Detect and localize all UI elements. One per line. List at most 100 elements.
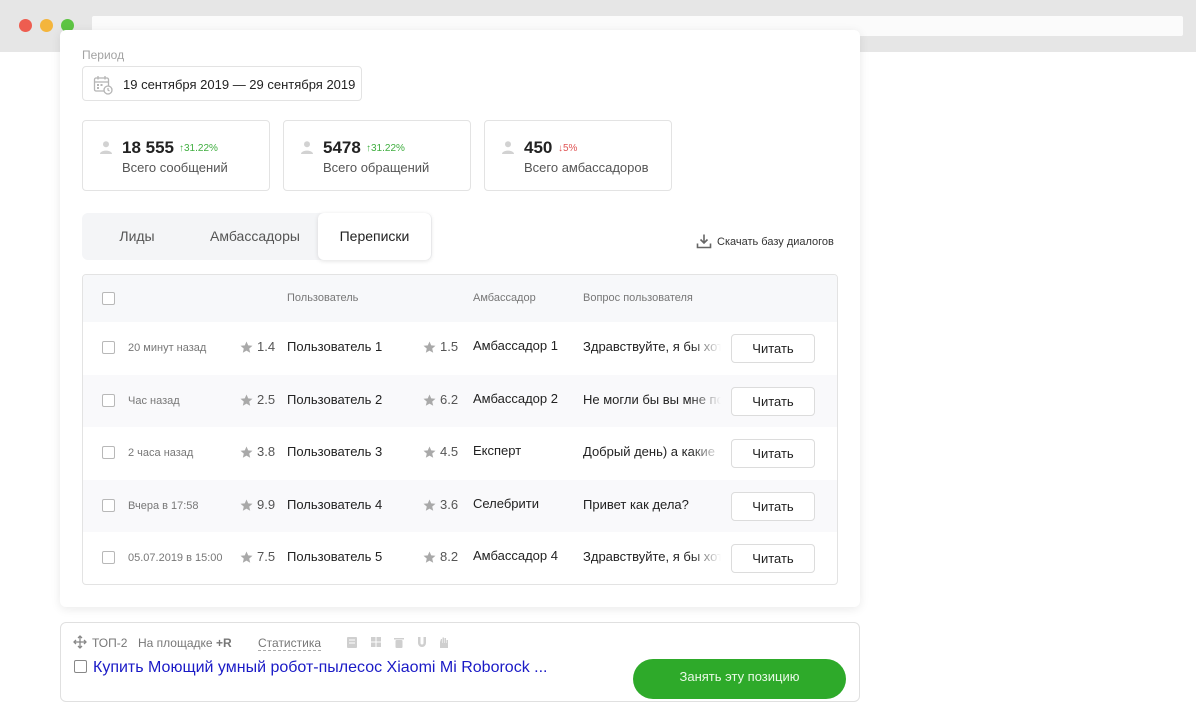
- read-button[interactable]: Читать: [731, 544, 815, 573]
- minimize-window-button[interactable]: [40, 19, 53, 32]
- tab-ambassadors[interactable]: Амбассадоры: [192, 213, 318, 260]
- close-window-button[interactable]: [19, 19, 32, 32]
- table-row[interactable]: 2 часа назад 3.8 Пользователь 3 4.5 Експерт Д…: [83, 427, 837, 479]
- column-header-ambassador: Амбассадор: [473, 292, 536, 304]
- stat-label: Всего обращений: [323, 160, 430, 175]
- row-ambassador: Експерт: [473, 443, 522, 458]
- take-position-button[interactable]: Занять эту позицию: [633, 659, 846, 699]
- row-checkbox[interactable]: [102, 498, 115, 512]
- tab-leads[interactable]: Лиды: [82, 213, 192, 260]
- star-icon: [240, 446, 253, 458]
- ambassador-rating: 4.5: [440, 444, 459, 459]
- stat-change: ↑31.22%: [366, 143, 405, 154]
- rank-label: ТОП-2: [92, 636, 128, 650]
- stat-value: 18 555: [122, 138, 174, 157]
- row-ambassador: Амбассадор 1: [473, 338, 558, 353]
- row-time: Час назад: [128, 394, 180, 407]
- stat-value: 5478: [323, 138, 361, 157]
- stat-card-requests: 5478 ↑31.22% Всего обращений: [283, 120, 471, 191]
- star-icon: [423, 499, 436, 511]
- table-row[interactable]: 05.07.2019 в 15:00 7.5 Пользователь 5 8.2 Ам…: [83, 532, 837, 584]
- row-time: 05.07.2019 в 15:00: [128, 552, 223, 564]
- product-link[interactable]: Купить Моющий умный робот-пылесос Xiaomi…: [93, 659, 547, 677]
- stat-change: ↓5%: [558, 143, 578, 154]
- row-ambassador: Амбассадор 4: [473, 548, 558, 563]
- document-icon[interactable]: [346, 636, 358, 649]
- star-icon: [240, 551, 253, 563]
- table-row[interactable]: 20 минут назад 1.4 Пользователь 1 1.5 Амбасс…: [83, 322, 837, 374]
- user-icon: [502, 141, 514, 154]
- user-rating: 9.9: [257, 496, 276, 512]
- user-icon: [100, 141, 112, 154]
- row-ambassador: Амбассадор 2: [473, 390, 558, 406]
- row-question: Здравствуйте, я бы хотел: [583, 549, 721, 564]
- user-rating: 2.5: [257, 391, 276, 407]
- product-checkbox[interactable]: [74, 660, 87, 673]
- star-icon: [240, 499, 253, 511]
- row-user: Пользователь 3: [287, 444, 383, 459]
- row-checkbox[interactable]: [102, 551, 115, 564]
- hand-icon[interactable]: [438, 636, 450, 649]
- row-ambassador: Селебрити: [473, 495, 540, 511]
- star-icon: [240, 341, 253, 353]
- ambassador-rating: 3.6: [440, 496, 459, 512]
- star-icon: [423, 394, 436, 406]
- read-button[interactable]: Читать: [731, 491, 815, 521]
- table-row[interactable]: Вчера в 17:58 9.9 Пользователь 4 3.6 Селебри…: [83, 479, 837, 532]
- period-label: Период: [82, 48, 125, 62]
- stat-value: 450: [524, 138, 553, 157]
- tab-conversations[interactable]: Переписки: [318, 213, 431, 260]
- stat-card-ambassadors: 450 ↓5% Всего амбассадоров: [484, 120, 672, 191]
- column-header-question: Вопрос пользователя: [583, 292, 693, 304]
- row-user: Пользователь 1: [287, 339, 383, 354]
- column-header-user: Пользователь: [287, 292, 359, 304]
- star-icon: [423, 446, 436, 458]
- row-question: Здравствуйте, я бы хотел: [583, 339, 721, 354]
- stat-card-messages: 18 555 ↑31.22% Всего сообщений: [82, 120, 270, 191]
- ambassador-rating: 1.5: [440, 339, 459, 354]
- date-range-value: 19 сентября 2019 — 29 сентября 2019: [123, 77, 356, 92]
- read-button[interactable]: Читать: [731, 439, 815, 468]
- user-rating: 3.8: [257, 444, 276, 459]
- star-icon: [240, 394, 253, 406]
- conversations-table: Пользователь Амбассадор Вопрос пользоват…: [82, 274, 838, 585]
- row-question: Не могли бы вы мне помочь: [583, 391, 721, 407]
- user-rating: 7.5: [257, 549, 276, 564]
- table-header: Пользователь Амбассадор Вопрос пользоват…: [83, 275, 837, 322]
- row-checkbox[interactable]: [102, 393, 115, 407]
- row-user: Пользователь 5: [287, 549, 383, 564]
- platform-badge: +R: [215, 636, 232, 650]
- table-row[interactable]: Час назад 2.5 Пользователь 2 6.2 Амбассадор …: [83, 374, 837, 427]
- tab-bar: Лиды Амбассадоры Переписки: [82, 213, 432, 260]
- read-button[interactable]: Читать: [731, 334, 815, 363]
- ambassador-rating: 6.2: [440, 391, 459, 407]
- row-time: Вчера в 17:58: [128, 499, 199, 512]
- statistics-link[interactable]: Статистика: [258, 636, 322, 651]
- row-time: 20 минут назад: [128, 342, 207, 354]
- platform-label: На площадке +R: [138, 636, 232, 650]
- move-icon[interactable]: [73, 635, 87, 649]
- select-all-checkbox[interactable]: [102, 292, 115, 305]
- ambassador-rating: 8.2: [440, 549, 459, 564]
- row-checkbox[interactable]: [102, 446, 115, 459]
- row-checkbox[interactable]: [102, 341, 115, 354]
- download-label: Скачать базу диалогов: [717, 236, 834, 248]
- row-time: 2 часа назад: [128, 447, 194, 459]
- stat-label: Всего амбассадоров: [524, 160, 649, 175]
- magnet-icon[interactable]: [416, 636, 428, 649]
- read-button[interactable]: Читать: [731, 386, 815, 416]
- date-range-picker[interactable]: 19 сентября 2019 — 29 сентября 2019: [82, 66, 362, 101]
- download-icon: [696, 234, 712, 249]
- stat-change: ↑31.22%: [179, 143, 218, 154]
- star-icon: [423, 551, 436, 563]
- grid-icon[interactable]: [370, 636, 382, 649]
- user-rating: 1.4: [257, 339, 276, 354]
- stat-label: Всего сообщений: [122, 160, 228, 175]
- row-question: Добрый день) а какие: [583, 444, 716, 459]
- calendar-icon: [93, 76, 113, 95]
- row-user: Пользователь 2: [287, 391, 383, 407]
- star-icon: [423, 341, 436, 353]
- row-user: Пользователь 4: [287, 496, 383, 512]
- trash-icon[interactable]: [393, 636, 405, 649]
- user-icon: [301, 141, 313, 154]
